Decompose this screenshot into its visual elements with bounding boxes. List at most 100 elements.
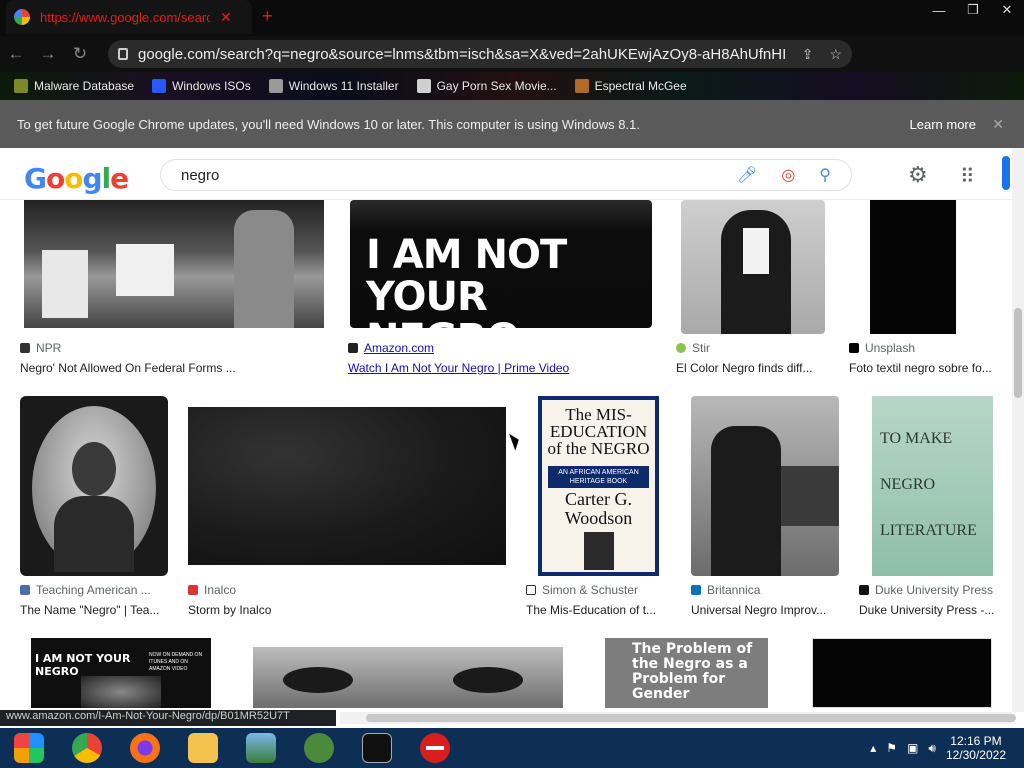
scrollbar-thumb[interactable]	[366, 714, 1016, 722]
taskbar-blocked-app[interactable]	[406, 728, 464, 768]
lock-icon[interactable]	[118, 48, 128, 60]
people-icon	[304, 733, 334, 763]
result-source[interactable]: Unsplash	[849, 341, 915, 355]
result-caption[interactable]: The Mis-Education of t...	[526, 603, 666, 617]
bookmark-favicon-icon	[14, 79, 28, 93]
camera-lens-icon[interactable]: ◎	[781, 165, 795, 185]
scrollbar-thumb[interactable]	[1014, 308, 1022, 398]
result-image[interactable]: The Problem of the Negro as a Problem fo…	[605, 638, 768, 708]
taskbar-file-explorer[interactable]	[174, 728, 232, 768]
start-button[interactable]	[0, 728, 58, 768]
result-source[interactable]: NPR	[20, 341, 61, 355]
infobar-close-icon[interactable]: ✕	[992, 116, 1004, 133]
share-icon[interactable]: ⇪	[802, 46, 814, 63]
sign-in-button[interactable]	[1002, 156, 1010, 190]
result-caption[interactable]: Negro' Not Allowed On Federal Forms ...	[20, 361, 250, 375]
bookmarks-bar: Malware Database Windows ISOs Windows 11…	[0, 72, 1024, 100]
poster-title-text: I AM NOT YOUR NEGRO	[366, 232, 567, 328]
volume-icon[interactable]: 🔊︎	[928, 741, 936, 756]
learn-more-link[interactable]: Learn more	[910, 117, 976, 132]
result-image[interactable]	[24, 200, 324, 328]
result-source[interactable]: Simon & Schuster	[526, 583, 638, 597]
result-image[interactable]: I AM NOT YOUR NEGRO	[350, 200, 652, 328]
poster-subtitle-text: NOW ON DEMAND ON ITUNES AND ON AMAZON VI…	[149, 652, 203, 672]
image-results-grid: NPR Negro' Not Allowed On Federal Forms …	[0, 200, 1012, 708]
stir-favicon-icon	[676, 343, 686, 353]
result-source[interactable]: Amazon.com	[348, 341, 434, 355]
google-header: Google 🎤︎ ◎ ⚲	[0, 148, 1012, 200]
firefox-icon	[130, 733, 160, 763]
book-title-text: The Problem of the Negro as a Problem fo…	[632, 641, 753, 702]
apps-grid-icon[interactable]: ⠿	[960, 164, 975, 189]
search-box[interactable]: 🎤︎ ◎ ⚲	[160, 159, 852, 191]
result-source[interactable]: Britannica	[691, 583, 760, 597]
result-caption[interactable]: Duke University Press -...	[859, 603, 999, 617]
infobar-message: To get future Google Chrome updates, you…	[17, 116, 640, 132]
taskbar-firefox[interactable]	[116, 728, 174, 768]
search-icon[interactable]: ⚲	[819, 165, 831, 185]
result-source[interactable]: Stir	[676, 341, 710, 355]
result-image[interactable]	[188, 407, 506, 565]
result-source[interactable]: Inalco	[188, 583, 236, 597]
taskbar-cmd[interactable]	[348, 728, 406, 768]
close-window-icon[interactable]: ✕	[990, 0, 1024, 20]
tab-title: https://www.google.com/search?q	[40, 9, 210, 25]
horizontal-scrollbar[interactable]	[340, 712, 1016, 724]
microphone-icon[interactable]: 🎤︎	[737, 165, 757, 185]
search-input[interactable]	[181, 166, 737, 184]
result-image[interactable]	[20, 396, 168, 576]
bookmark-item[interactable]: Windows 11 Installer	[268, 79, 399, 93]
npr-favicon-icon	[20, 343, 30, 353]
bookmark-star-icon[interactable]: ☆	[829, 46, 842, 63]
result-image[interactable]	[870, 200, 956, 334]
network-icon[interactable]: ▣	[907, 741, 918, 755]
taskbar-chrome[interactable]	[58, 728, 116, 768]
vertical-scrollbar[interactable]	[1012, 148, 1024, 712]
settings-gear-icon[interactable]: ⚙	[908, 162, 928, 188]
poster-title-text: I AM NOT YOUR NEGRO	[35, 652, 131, 678]
result-caption[interactable]: El Color Negro finds diff...	[676, 361, 826, 375]
bookmark-item[interactable]: Gay Porn Sex Movie...	[416, 79, 557, 93]
result-source[interactable]: Teaching American ...	[20, 583, 151, 597]
britannica-favicon-icon	[691, 585, 701, 595]
toolbar: ← → ↻ google.com/search?q=negro&source=l…	[0, 36, 1024, 96]
minimize-icon[interactable]: —	[922, 0, 956, 20]
result-source[interactable]: Duke University Press	[859, 583, 993, 597]
inalco-favicon-icon	[188, 585, 198, 595]
tab-close-icon[interactable]: ✕	[220, 9, 232, 26]
new-tab-icon[interactable]: +	[262, 6, 273, 27]
result-image[interactable]	[681, 200, 825, 334]
bookmark-favicon-icon	[268, 79, 283, 93]
result-image[interactable]	[253, 647, 563, 708]
forward-icon[interactable]: →	[32, 44, 64, 64]
bookmark-item[interactable]: Espectral McGee	[574, 79, 687, 93]
browser-tab[interactable]: https://www.google.com/search?q ✕	[6, 0, 252, 34]
clock-date: 12/30/2022	[945, 748, 1006, 762]
result-image[interactable]: I AM NOT YOUR NEGRO NOW ON DEMAND ON ITU…	[31, 638, 211, 708]
google-logo[interactable]: Google	[24, 162, 129, 195]
back-icon[interactable]: ←	[0, 44, 32, 64]
tray-overflow-icon[interactable]: ▴	[870, 741, 876, 755]
result-image[interactable]	[691, 396, 839, 576]
bookmark-item[interactable]: Malware Database	[14, 79, 134, 93]
reload-icon[interactable]: ↻	[64, 44, 96, 64]
result-caption[interactable]: Watch I Am Not Your Negro | Prime Video	[348, 361, 608, 375]
result-caption[interactable]: Universal Negro Improv...	[691, 603, 841, 617]
address-bar-url[interactable]: google.com/search?q=negro&source=lnms&tb…	[138, 46, 786, 63]
result-caption[interactable]: Foto textil negro sobre fo...	[849, 361, 999, 375]
result-image[interactable]: The MIS-EDUCATION of the NEGRO AN AFRICA…	[538, 396, 659, 576]
clock[interactable]: 12:16 PM 12/30/2022	[946, 734, 1006, 762]
result-image[interactable]	[812, 638, 992, 708]
bookmark-item[interactable]: Windows ISOs	[152, 79, 251, 93]
taskbar-people[interactable]	[290, 728, 348, 768]
maximize-icon[interactable]: ❐	[956, 0, 990, 20]
tab-strip: https://www.google.com/search?q ✕ + — ❐ …	[0, 0, 1024, 36]
taskbar-photos[interactable]	[232, 728, 290, 768]
google-favicon-icon	[14, 9, 30, 25]
result-image[interactable]: TO MAKE NEGRO LITERATURE	[872, 396, 993, 576]
window-controls: — ❐ ✕	[922, 0, 1024, 20]
flag-icon[interactable]: ⚑	[886, 741, 897, 755]
address-bar[interactable]: google.com/search?q=negro&source=lnms&tb…	[108, 40, 852, 68]
result-caption[interactable]: Storm by Inalco	[188, 603, 338, 617]
result-caption[interactable]: The Name "Negro" | Tea...	[20, 603, 170, 617]
